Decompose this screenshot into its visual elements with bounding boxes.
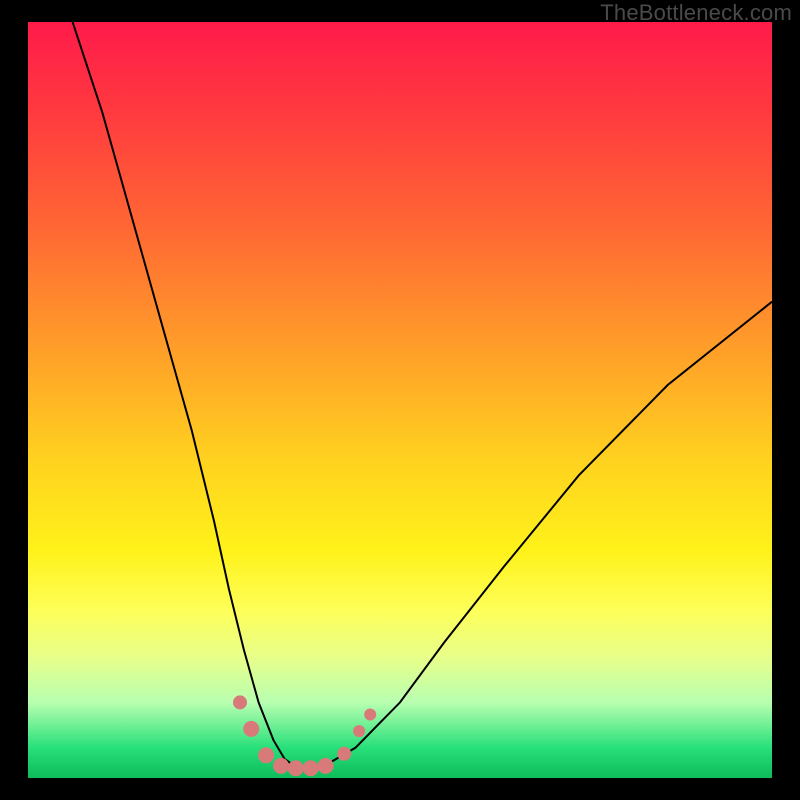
curve-path	[73, 22, 772, 768]
chart-frame: TheBottleneck.com	[0, 0, 800, 800]
curve-marker	[337, 747, 351, 761]
curve-marker	[258, 747, 274, 763]
curve-marker	[364, 709, 376, 721]
chart-svg	[28, 22, 772, 778]
curve-marker	[273, 758, 289, 774]
curve-marker	[243, 721, 259, 737]
curve-marker	[318, 758, 334, 774]
curve-markers	[233, 695, 376, 776]
curve-marker	[353, 725, 365, 737]
watermark-text: TheBottleneck.com	[600, 0, 792, 26]
curve-marker	[303, 760, 319, 776]
chart-plot-area	[28, 22, 772, 778]
curve-marker	[233, 695, 247, 709]
curve-marker	[288, 760, 304, 776]
bottleneck-curve-line	[73, 22, 772, 768]
